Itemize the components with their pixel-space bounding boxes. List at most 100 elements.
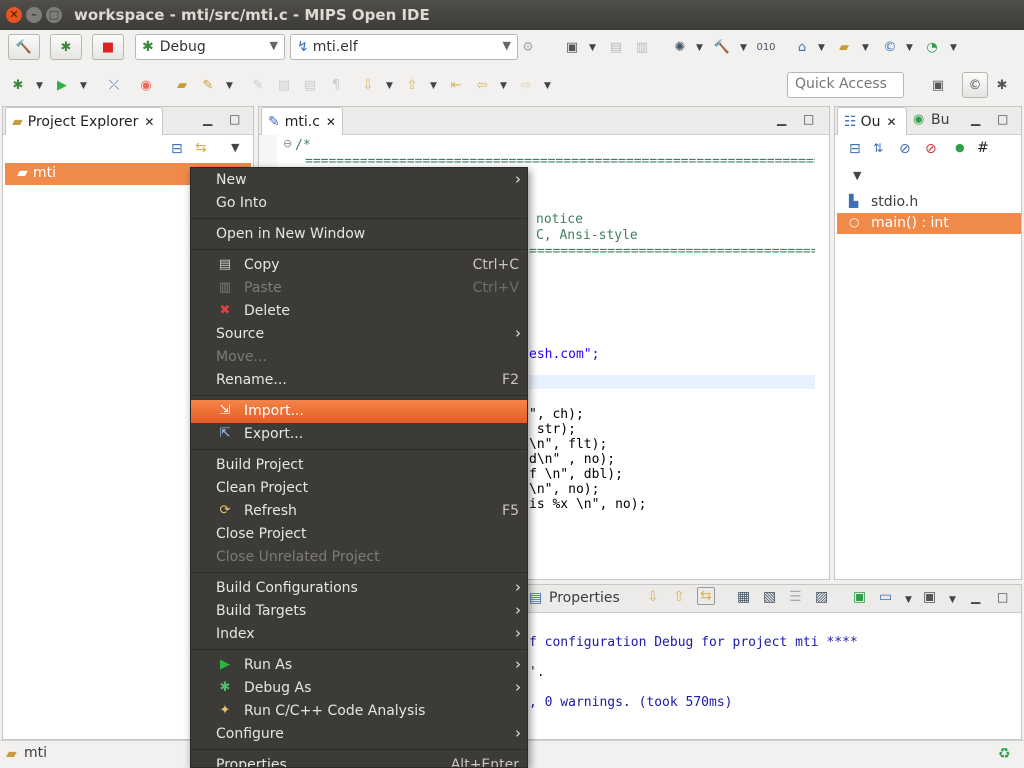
close-tab-icon[interactable]: ✕	[326, 115, 336, 129]
maximize-window-icon[interactable]: □	[46, 7, 62, 23]
view-menu-icon[interactable]: ▼	[853, 169, 861, 182]
chevron-down-icon[interactable]: ▼	[386, 81, 393, 91]
console-view-icon[interactable]: ▦	[737, 589, 750, 605]
progress-icon[interactable]: ♻	[998, 746, 1011, 762]
sort-icon[interactable]: ⇅	[873, 141, 883, 155]
scroll-down-icon[interactable]: ⇩	[647, 589, 659, 605]
collapse-all-icon[interactable]: ⊟	[171, 141, 183, 157]
menu-item-new[interactable]: New ›	[191, 169, 527, 192]
build-all-icon[interactable]: 🔨	[712, 36, 732, 58]
menu-item-properties[interactable]: Properties Alt+Enter	[191, 754, 527, 767]
back-icon[interactable]: ⇦	[472, 74, 492, 96]
gear-icon[interactable]: ⚙	[518, 36, 538, 58]
new-console-icon[interactable]: ▣	[923, 589, 936, 605]
scroll-up-icon[interactable]: ⇧	[673, 589, 685, 605]
menu-item-run-as[interactable]: ▶ Run As ›	[191, 654, 527, 677]
menu-item-import[interactable]: ⇲ Import...	[191, 400, 527, 423]
menu-item-index[interactable]: Index ›	[191, 623, 527, 646]
minimize-icon[interactable]: ▁	[203, 112, 212, 126]
c-perspective-icon[interactable]: ©	[962, 72, 988, 98]
last-edit-icon[interactable]: ⇤	[446, 74, 466, 96]
new-folder-icon[interactable]: ▰	[834, 36, 854, 58]
menu-item-delete[interactable]: ✖ Delete	[191, 300, 527, 323]
next-annotation-icon[interactable]: ⇩	[358, 74, 378, 96]
menu-item-debug-as[interactable]: ✱ Debug As ›	[191, 677, 527, 700]
tab-project-explorer[interactable]: ▰ Project Explorer ✕	[5, 107, 163, 135]
minimize-icon[interactable]: ▁	[971, 112, 980, 126]
show-whitespace-icon[interactable]: ▤	[300, 74, 320, 96]
chevron-down-icon[interactable]: ▼	[906, 43, 913, 53]
menu-item-export[interactable]: ⇱ Export...	[191, 423, 527, 446]
open-perspective-icon[interactable]: ▣	[928, 74, 948, 96]
menu-item-refresh[interactable]: ⟳ Refresh F5	[191, 500, 527, 523]
forward-icon[interactable]: ⇨	[516, 74, 536, 96]
chevron-down-icon[interactable]: ▼	[905, 595, 912, 605]
pilcrow-icon[interactable]: ¶	[326, 74, 346, 96]
new-wizard-icon[interactable]: ◔	[922, 36, 942, 58]
menu-item-source[interactable]: Source ›	[191, 323, 527, 346]
tab-outline[interactable]: ☷ Ou ✕	[837, 107, 907, 135]
menu-item-run-c-c-code-analysis[interactable]: ✦ Run C/C++ Code Analysis	[191, 700, 527, 723]
chevron-down-icon[interactable]: ▼	[696, 43, 703, 53]
settings-icon[interactable]: ✺	[670, 36, 690, 58]
new-project-icon[interactable]: ⌂	[792, 36, 812, 58]
save-icon[interactable]: ▤	[606, 36, 626, 58]
chevron-down-icon[interactable]: ▼	[818, 43, 825, 53]
minimize-window-icon[interactable]: –	[26, 7, 42, 23]
save-all-icon[interactable]: ▥	[632, 36, 652, 58]
minimize-icon[interactable]: ▁	[971, 590, 980, 604]
outline-item-stdio[interactable]: ▙ stdio.h	[837, 192, 1021, 213]
close-tab-icon[interactable]: ✕	[144, 115, 154, 129]
toggle-block-icon[interactable]: ▧	[274, 74, 294, 96]
maximize-icon[interactable]: □	[229, 112, 240, 126]
collapse-icon[interactable]: ⊟	[849, 141, 861, 157]
hide-macros-icon[interactable]: #	[977, 140, 989, 156]
chevron-down-icon[interactable]: ▼	[36, 81, 43, 91]
chevron-down-icon[interactable]: ▼	[544, 81, 551, 91]
menu-item-close-project[interactable]: Close Project	[191, 523, 527, 546]
prev-annotation-icon[interactable]: ⇧	[402, 74, 422, 96]
chevron-down-icon[interactable]: ▼	[226, 81, 233, 91]
chevron-down-icon[interactable]: ▼	[740, 43, 747, 53]
tab-mti-c[interactable]: ✎ mti.c ✕	[261, 107, 343, 135]
chevron-down-icon[interactable]: ▼	[80, 81, 87, 91]
menu-item-rename[interactable]: Rename... F2	[191, 369, 527, 392]
menu-item-build-configurations[interactable]: Build Configurations ›	[191, 577, 527, 600]
link-editor-icon[interactable]: ⇆	[195, 140, 207, 156]
view-menu-icon[interactable]: ▼	[231, 141, 239, 154]
display-console-icon[interactable]: ▭	[879, 589, 892, 605]
console-view2-icon[interactable]: ▧	[763, 589, 776, 605]
console-view3-icon[interactable]: ☰	[789, 589, 802, 605]
new-icon[interactable]: ▣	[562, 36, 582, 58]
menu-item-build-targets[interactable]: Build Targets ›	[191, 600, 527, 623]
minimize-icon[interactable]: ▁	[777, 112, 786, 126]
hide-fields-icon[interactable]: ⊘	[899, 141, 911, 157]
build-hammer-icon[interactable]: 🔨	[8, 34, 40, 60]
maximize-icon[interactable]: □	[803, 112, 814, 126]
chevron-down-icon[interactable]: ▼	[949, 595, 956, 605]
stop-icon[interactable]: ■	[92, 34, 124, 60]
menu-item-clean-project[interactable]: Clean Project	[191, 477, 527, 500]
outline-item-main[interactable]: ○ main() : int	[837, 213, 1021, 234]
chevron-down-icon[interactable]: ▼	[500, 81, 507, 91]
toggle-mark-icon[interactable]: ✎	[248, 74, 268, 96]
pin-console-icon[interactable]: ▣	[853, 589, 866, 605]
maximize-icon[interactable]: □	[997, 590, 1008, 604]
skip-breakpoints-icon[interactable]: ⤫	[104, 74, 124, 96]
chevron-down-icon[interactable]: ▼	[589, 43, 596, 53]
launch-target-select[interactable]: ↯ mti.elf ▼	[290, 34, 518, 60]
debug-bug-icon[interactable]: ✱	[50, 34, 82, 60]
chevron-down-icon[interactable]: ▼	[950, 43, 957, 53]
scroll-lock-icon[interactable]: ⇆	[697, 587, 715, 605]
debug-icon[interactable]: ✱	[8, 74, 28, 96]
close-window-icon[interactable]: ✕	[6, 7, 22, 23]
debug-perspective-icon[interactable]: ✱	[992, 74, 1012, 96]
hide-static-icon[interactable]: ⊘	[925, 141, 937, 157]
tool-icon[interactable]: ✎	[198, 74, 218, 96]
clear-console-icon[interactable]: ▨	[815, 589, 828, 605]
binary-icon[interactable]: 010	[756, 36, 776, 58]
profile-icon[interactable]: ◉	[136, 74, 156, 96]
tab-properties-label[interactable]: Properties	[549, 590, 620, 606]
menu-item-build-project[interactable]: Build Project	[191, 454, 527, 477]
maximize-icon[interactable]: □	[997, 112, 1008, 126]
